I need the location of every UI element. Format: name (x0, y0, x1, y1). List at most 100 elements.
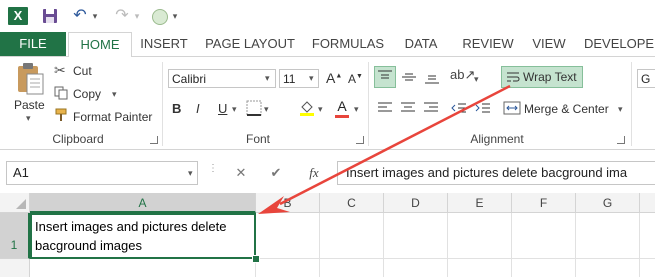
copy-icon (54, 86, 68, 100)
align-center-icon[interactable] (399, 100, 417, 116)
clipboard-launcher-icon[interactable] (150, 136, 158, 144)
bold-button[interactable]: B (172, 101, 181, 116)
name-box[interactable]: A1 (6, 161, 198, 185)
font-color-dropdown-icon[interactable]: ▾ (354, 104, 359, 115)
paste-icon[interactable] (14, 62, 50, 98)
middle-align-icon[interactable] (399, 67, 419, 87)
wrap-text-button[interactable]: Wrap Text (501, 66, 583, 88)
column-header-b[interactable]: B (256, 193, 320, 213)
cell-a1[interactable]: Insert images and pictures delete bacgro… (30, 213, 256, 259)
cell-f2[interactable] (512, 259, 576, 277)
format-painter-icon (54, 108, 68, 122)
row-header-2[interactable] (0, 259, 30, 277)
font-family-select[interactable]: Calibri (168, 69, 276, 88)
scissors-icon: ✂ (54, 62, 66, 78)
formula-input[interactable]: Insert images and pictures delete bacgro… (337, 161, 655, 185)
insert-function-icon[interactable]: fx (303, 164, 325, 182)
tab-page-layout[interactable]: PAGE LAYOUT (200, 32, 300, 56)
row-header-1[interactable]: 1 (0, 213, 30, 259)
customize-dropdown-icon[interactable]: ▾ (170, 5, 180, 27)
font-launcher-icon[interactable] (356, 136, 364, 144)
cell-c2[interactable] (320, 259, 384, 277)
bottom-align-icon[interactable] (422, 67, 442, 87)
undo-dropdown-icon[interactable]: ▾ (90, 5, 100, 27)
increase-indent-icon[interactable] (474, 100, 492, 116)
name-box-dropdown-icon[interactable]: ▾ (188, 168, 193, 179)
cancel-icon[interactable]: ✕ (232, 164, 250, 182)
enter-icon[interactable]: ✔ (267, 164, 285, 182)
alignment-group-label: Alignment (470, 132, 524, 146)
align-right-icon[interactable] (422, 100, 440, 116)
fill-handle[interactable] (252, 255, 260, 263)
wrap-text-label: Wrap Text (523, 70, 577, 84)
fill-color-dropdown-icon[interactable]: ▾ (318, 104, 323, 115)
cell-b2[interactable] (256, 259, 320, 277)
top-align-icon[interactable] (374, 66, 396, 88)
underline-dropdown-icon[interactable]: ▾ (232, 104, 237, 115)
column-header-d[interactable]: D (384, 193, 448, 213)
fill-color-icon[interactable] (298, 99, 316, 117)
alignment-launcher-icon[interactable] (617, 136, 625, 144)
tab-home[interactable]: HOME (68, 32, 132, 58)
cell-d2[interactable] (384, 259, 448, 277)
cell-g2[interactable] (576, 259, 640, 277)
cell-e1[interactable] (448, 213, 512, 259)
excel-logo: X (8, 7, 28, 25)
decrease-indent-icon[interactable] (450, 100, 468, 116)
merge-dropdown-icon[interactable]: ▾ (618, 104, 623, 115)
column-header-a[interactable]: A (30, 193, 256, 213)
save-icon[interactable] (40, 5, 60, 27)
group-divider (368, 62, 369, 146)
cell-d1[interactable] (384, 213, 448, 259)
column-header-h[interactable] (640, 193, 655, 213)
cut-button[interactable]: Cut (73, 64, 92, 78)
cell-g1[interactable] (576, 213, 640, 259)
cell-h1[interactable] (640, 213, 655, 259)
group-divider (631, 62, 632, 146)
formula-bar-grip-icon[interactable]: ⋮ (208, 164, 218, 180)
cell-f1[interactable] (512, 213, 576, 259)
font-family-dropdown-icon[interactable]: ▾ (265, 73, 270, 84)
align-left-icon[interactable] (376, 100, 394, 116)
tab-review[interactable]: REVIEW (456, 32, 520, 56)
tab-formulas[interactable]: FORMULAS (306, 32, 390, 56)
copy-dropdown-icon[interactable]: ▾ (112, 89, 117, 100)
cell-e2[interactable] (448, 259, 512, 277)
tab-insert[interactable]: INSERT (134, 32, 194, 56)
clipboard-group-label: Clipboard (52, 132, 104, 146)
merge-center-button[interactable]: Merge & Center (524, 102, 609, 116)
tab-view[interactable]: VIEW (526, 32, 572, 56)
column-header-c[interactable]: C (320, 193, 384, 213)
underline-button[interactable]: U (218, 101, 227, 116)
undo-icon[interactable]: ↶ (70, 5, 90, 27)
paste-dropdown-icon[interactable]: ▾ (26, 113, 31, 124)
borders-icon[interactable] (246, 100, 262, 116)
font-size-dropdown-icon[interactable]: ▾ (309, 73, 314, 84)
cell-a2[interactable] (30, 259, 256, 277)
redo-icon[interactable]: ↷ (112, 5, 132, 27)
column-header-f[interactable]: F (512, 193, 576, 213)
number-format-select[interactable]: G (637, 69, 655, 88)
tab-data[interactable]: DATA (396, 32, 446, 56)
italic-button[interactable]: I (196, 101, 200, 116)
column-header-g[interactable]: G (576, 193, 640, 213)
tab-developer[interactable]: DEVELOPE (584, 32, 655, 56)
column-header-e[interactable]: E (448, 193, 512, 213)
orientation-icon[interactable]: ab↗ (450, 67, 475, 87)
group-divider (162, 62, 163, 146)
select-all-corner[interactable] (0, 193, 30, 213)
shrink-font-button[interactable]: A▼ (348, 72, 363, 86)
cell-c1[interactable] (320, 213, 384, 259)
font-color-button[interactable]: A (334, 98, 350, 118)
format-painter-button[interactable]: Format Painter (73, 110, 152, 124)
tab-file[interactable]: FILE (0, 32, 66, 56)
grow-font-button[interactable]: A▲ (326, 70, 342, 86)
cell-b1[interactable] (256, 213, 320, 259)
borders-dropdown-icon[interactable]: ▾ (264, 104, 269, 115)
orientation-dropdown-icon[interactable]: ▾ (474, 74, 479, 85)
paste-button[interactable]: Paste (14, 98, 45, 112)
font-group-label: Font (245, 132, 270, 146)
circle-icon[interactable] (152, 9, 168, 25)
redo-dropdown-icon[interactable]: ▾ (132, 5, 142, 27)
copy-button[interactable]: Copy (73, 87, 101, 101)
